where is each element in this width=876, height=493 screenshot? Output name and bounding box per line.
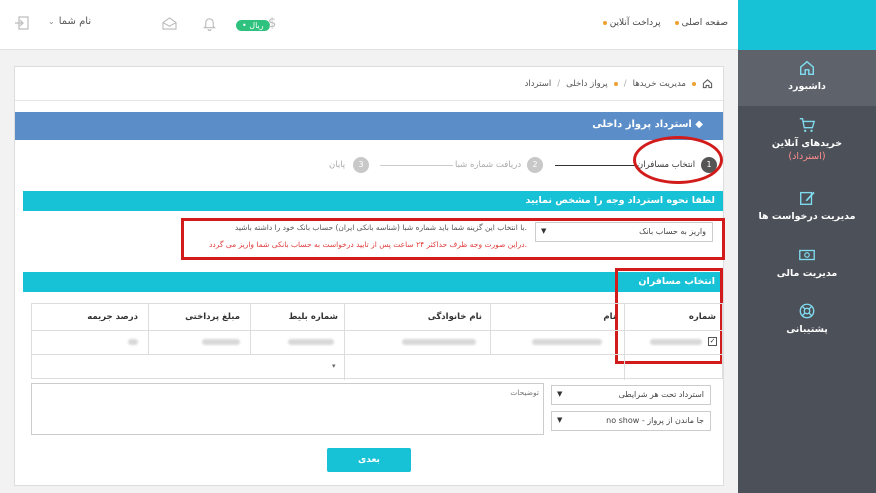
user-name-label: نام شما bbox=[58, 16, 92, 27]
sidebar-item-label: داشبورد bbox=[788, 81, 826, 92]
breadcrumb-item-refund: استرداد bbox=[524, 78, 552, 89]
nav-online-payment-link[interactable]: پرداخت آنلاین bbox=[602, 18, 661, 28]
chevron-down-icon: ▼ bbox=[557, 416, 563, 424]
user-menu[interactable]: ⌄ نام شما bbox=[48, 16, 91, 27]
nav-home-label: صفحه اصلی bbox=[681, 18, 728, 28]
support-icon bbox=[799, 303, 815, 319]
nav-home-link[interactable]: صفحه اصلی bbox=[674, 18, 728, 28]
refund-method-select[interactable]: ▼ واریز به حساب بانک bbox=[535, 222, 713, 242]
column-header-number: شماره bbox=[688, 312, 716, 322]
table-divider bbox=[624, 304, 625, 380]
nav-dot bbox=[674, 21, 679, 25]
highlight-ellipse bbox=[633, 136, 723, 184]
redacted-family bbox=[402, 339, 476, 345]
balance-badge: • ریال bbox=[236, 20, 270, 31]
breadcrumb: مدیریت خریدها / پرواز داخلی / استرداد bbox=[15, 67, 723, 101]
home-icon[interactable] bbox=[702, 78, 713, 89]
column-header-penalty: درصد جریمه bbox=[87, 312, 138, 322]
sidebar-item-online-purchases[interactable]: خریدهای آنلاین (استرداد) bbox=[738, 116, 876, 176]
breadcrumb-item-purchases[interactable]: مدیریت خریدها bbox=[633, 79, 686, 89]
sidebar-item-support[interactable]: پشتیبانی bbox=[738, 302, 876, 342]
redacted-name bbox=[532, 339, 602, 345]
chevron-down-icon: ▼ bbox=[541, 227, 547, 235]
sidebar-item-finance[interactable]: مدیریت مالی bbox=[738, 246, 876, 286]
table-divider bbox=[490, 304, 491, 354]
logout-icon[interactable] bbox=[14, 15, 30, 31]
breadcrumb-separator: / bbox=[623, 78, 627, 89]
passenger-checkbox[interactable]: ✓ bbox=[708, 337, 717, 346]
refund-method-bar: لطفا نحوه استرداد وجه را مشخص نمایید bbox=[23, 191, 723, 211]
breadcrumb-item-domestic[interactable]: پرواز داخلی bbox=[566, 79, 608, 89]
page-title-bar: استرداد پرواز داخلی ◆ bbox=[15, 112, 723, 140]
brand-area bbox=[738, 0, 876, 50]
step-3-label: پایان bbox=[329, 160, 346, 170]
sidebar-item-label: مدیریت مالی bbox=[776, 268, 838, 279]
top-header: صفحه اصلی پرداخت آنلاین ⌄ نام شما • ریال… bbox=[0, 0, 738, 50]
refund-method-title: لطفا نحوه استرداد وجه را مشخص نمایید bbox=[525, 195, 715, 206]
cart-icon bbox=[799, 118, 816, 133]
sidebar: داشبورد خریدهای آنلاین (استرداد) مدیریت … bbox=[738, 50, 876, 493]
nav-dot bbox=[602, 21, 607, 25]
sidebar-item-sublabel: (استرداد) bbox=[788, 151, 826, 162]
edit-icon bbox=[800, 191, 815, 205]
table-divider bbox=[148, 304, 149, 354]
no-show-select[interactable]: ▼ no show - جا ماندن از پرواز bbox=[551, 411, 711, 431]
step-line bbox=[380, 165, 453, 166]
chevron-down-icon: ▼ bbox=[557, 390, 563, 398]
breadcrumb-dot bbox=[613, 81, 618, 86]
column-header-amount: مبلغ پرداختی bbox=[185, 312, 240, 322]
no-show-value: no show - جا ماندن از پرواز bbox=[606, 416, 704, 425]
nav-payment-label: پرداخت آنلاین bbox=[609, 18, 661, 28]
column-header-family: نام خانوادگی bbox=[427, 312, 482, 322]
table-divider bbox=[250, 304, 251, 354]
redacted-number bbox=[650, 339, 702, 345]
refund-hint-warning: دراین صورت وجه ظرف حداکثر ۲۴ ساعت پس از … bbox=[209, 240, 527, 249]
chevron-down-icon[interactable]: ▾ bbox=[332, 362, 336, 370]
page-title: استرداد پرواز داخلی ◆ bbox=[592, 119, 703, 130]
chevron-down-icon: ⌄ bbox=[48, 17, 55, 26]
breadcrumb-separator: / bbox=[557, 78, 561, 89]
column-header-ticket: شماره بلیط bbox=[288, 312, 338, 322]
top-nav: صفحه اصلی پرداخت آنلاین bbox=[602, 18, 728, 28]
column-header-name: نام bbox=[603, 312, 616, 322]
breadcrumb-dot bbox=[692, 81, 696, 86]
passengers-table: شماره نام نام خانوادگی شماره بلیط مبلغ پ… bbox=[31, 303, 724, 380]
step-2-label: دریافت شماره شبا bbox=[455, 160, 522, 170]
sidebar-item-dashboard[interactable]: داشبورد bbox=[738, 50, 876, 106]
sidebar-item-label: خریدهای آنلاین bbox=[771, 138, 843, 149]
notes-textarea[interactable] bbox=[31, 383, 544, 435]
mail-icon[interactable] bbox=[162, 17, 177, 30]
dollar-icon: $ bbox=[268, 16, 277, 31]
table-divider bbox=[32, 354, 724, 355]
step-2-circle: 2 bbox=[527, 157, 543, 173]
sidebar-item-label: پشتیبانی bbox=[786, 324, 828, 335]
sidebar-item-label: مدیریت درخواست ها bbox=[758, 211, 856, 222]
refund-hint: با انتخاب این گزینه شما باید شماره شبا (… bbox=[234, 223, 527, 232]
step-line-active bbox=[555, 165, 635, 166]
money-icon bbox=[799, 249, 815, 261]
home-icon bbox=[799, 60, 815, 76]
wizard-steps: 1 انتخاب مسافران 2 دریافت شماره شبا 3 پا… bbox=[15, 151, 723, 185]
refund-condition-value: استرداد تحت هر شرایطی bbox=[618, 390, 704, 399]
redacted-penalty bbox=[128, 339, 138, 345]
main-content: مدیریت خریدها / پرواز داخلی / استرداد اس… bbox=[14, 66, 725, 486]
redacted-ticket bbox=[288, 339, 334, 345]
refund-condition-select[interactable]: ▼ استرداد تحت هر شرایطی bbox=[551, 385, 711, 405]
table-divider bbox=[344, 304, 345, 380]
redacted-amount bbox=[202, 339, 240, 345]
step-3-circle: 3 bbox=[353, 157, 369, 173]
bell-icon[interactable] bbox=[203, 16, 216, 31]
refund-method-value: واریز به حساب بانک bbox=[639, 227, 706, 236]
page-title-text: استرداد پرواز داخلی bbox=[592, 119, 692, 130]
next-button[interactable]: بعدی bbox=[327, 448, 411, 472]
sidebar-item-requests[interactable]: مدیریت درخواست ها bbox=[738, 189, 876, 229]
table-divider bbox=[32, 330, 724, 331]
